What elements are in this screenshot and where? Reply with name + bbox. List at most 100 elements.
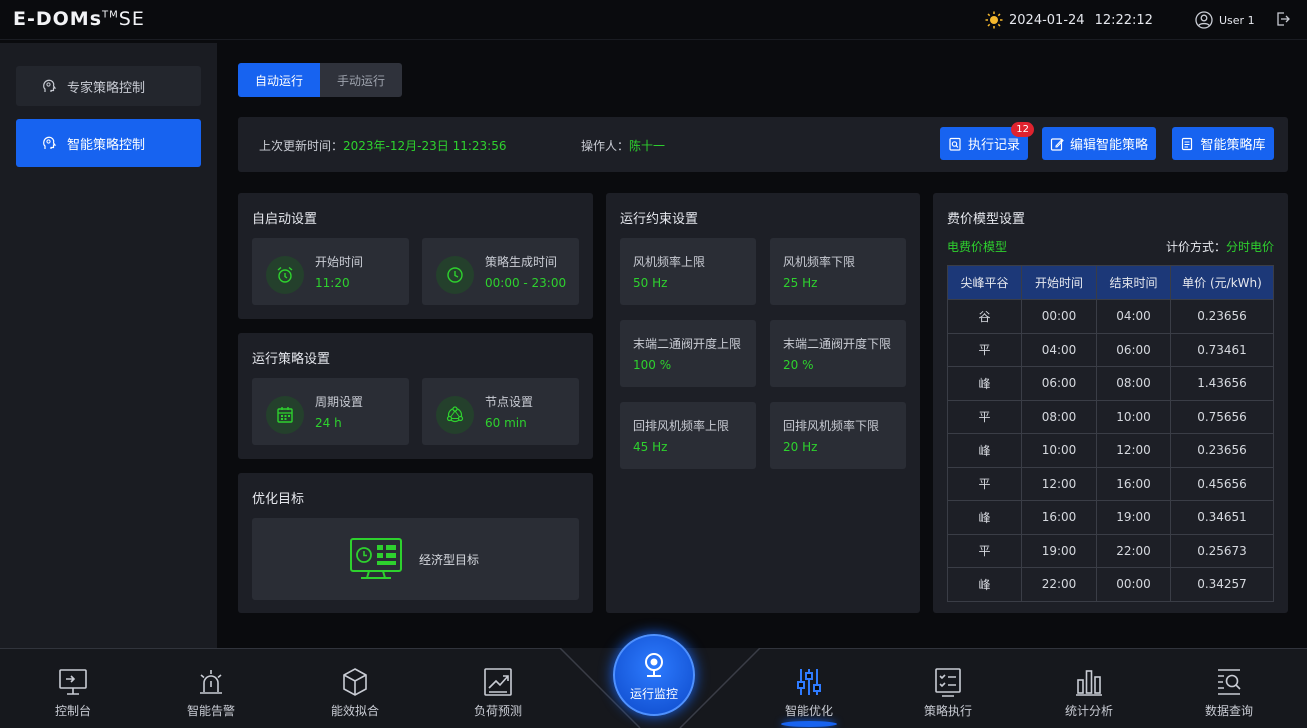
price-table-cell: 06:00 — [1021, 366, 1097, 401]
node-tile[interactable]: 节点设置 60 min — [422, 378, 579, 445]
constraint-item[interactable]: 风机频率下限 25 Hz — [770, 238, 906, 305]
pricing-mode-value: 分时电价 — [1225, 240, 1274, 254]
column-header: 尖峰平谷 — [947, 265, 1022, 300]
time-text: 12:22:12 — [1094, 12, 1153, 28]
nav-item-smart-optimize[interactable]: 智能优化 — [779, 666, 839, 727]
constraint-value: 50 Hz — [633, 276, 668, 290]
price-table-cell: 峰 — [947, 500, 1022, 535]
constraint-value: 20 % — [783, 358, 814, 372]
pricing-mode: 计价方式：分时电价 — [1165, 240, 1274, 254]
nav-item-console[interactable]: 控制台 — [43, 666, 103, 719]
price-table-cell: 00:00 — [1021, 299, 1097, 334]
price-model-card: 费价模型设置 电费价模型 计价方式：分时电价 尖峰平谷 开始时间 结束时间 单价… — [933, 193, 1288, 613]
brain-icon — [43, 136, 57, 149]
price-table-cell: 08:00 — [1021, 399, 1097, 434]
constraint-label: 回排风机频率下限 — [783, 419, 880, 433]
price-table-cell: 平 — [947, 466, 1022, 501]
nav-label: 运行监控 — [629, 687, 678, 701]
gen-time-tile[interactable]: 策略生成时间 00:00 - 23:00 — [422, 238, 579, 305]
nav-label: 智能优化 — [784, 704, 833, 718]
economic-target-tile[interactable]: 经济型目标 — [252, 518, 579, 600]
sun-icon — [985, 11, 1003, 29]
exec-log-button[interactable]: 执行记录 12 — [940, 122, 1034, 160]
price-model-title: 费价模型设置 — [947, 212, 1026, 227]
price-table-header: 尖峰平谷 开始时间 结束时间 单价 (元/kWh) — [947, 265, 1274, 300]
last-update: 上次更新时间：2023年-12月-23日 11:23:56 — [259, 139, 507, 153]
tab-auto-run[interactable]: 自动运行 — [238, 63, 320, 97]
nav-item-alarm[interactable]: 智能告警 — [181, 666, 241, 719]
edit-icon — [1050, 137, 1064, 151]
active-indicator — [781, 721, 837, 727]
price-table-cell: 12:00 — [1096, 433, 1171, 468]
constraint-item[interactable]: 风机频率上限 50 Hz — [620, 238, 756, 305]
price-table-cell: 22:00 — [1096, 533, 1171, 568]
date-text: 2024-01-24 — [1009, 12, 1085, 28]
logout-button[interactable] — [1276, 12, 1290, 30]
economic-target-label: 经济型目标 — [419, 553, 480, 567]
monitor-icon — [59, 669, 87, 695]
price-table-cell: 1.43656 — [1170, 366, 1274, 401]
info-bar: 上次更新时间：2023年-12月-23日 11:23:56 操作人：陈十一 执行… — [238, 117, 1288, 172]
node-label: 节点设置 — [485, 395, 534, 409]
optimize-title: 优化目标 — [252, 492, 305, 507]
price-table-cell: 19:00 — [1096, 500, 1171, 535]
constraint-value: 25 Hz — [783, 276, 818, 290]
brain-icon — [43, 79, 57, 92]
sidebar-item-smart-strategy[interactable]: 智能策略控制 — [16, 119, 201, 167]
search-document-icon — [1218, 669, 1241, 695]
sidebar-item-label: 智能策略控制 — [67, 137, 146, 153]
nav-item-data-query[interactable]: 数据查询 — [1199, 666, 1259, 719]
start-time-label: 开始时间 — [315, 255, 364, 269]
price-table-cell: 峰 — [947, 567, 1022, 602]
price-table-cell: 10:00 — [1096, 399, 1171, 434]
trend-chart-icon — [484, 668, 512, 696]
constraint-item[interactable]: 末端二通阀开度下限 20 % — [770, 320, 906, 387]
price-table-cell: 峰 — [947, 366, 1022, 401]
price-table-cell: 12:00 — [1021, 466, 1097, 501]
clipboard-search-icon — [949, 137, 961, 151]
constraints-card: 运行约束设置 风机频率上限 50 Hz 风机频率下限 25 Hz 末端二通阀开度上限… — [606, 193, 920, 613]
strategy-library-button[interactable]: 智能策略库 — [1172, 127, 1274, 160]
tab-manual-run[interactable]: 手动运行 — [320, 63, 402, 97]
start-time-tile[interactable]: 开始时间 11:20 — [252, 238, 409, 305]
user-menu[interactable]: User 1 — [1195, 11, 1255, 29]
price-table-row: 峰 10:00 12:00 0.23656 — [947, 433, 1274, 468]
constraint-item[interactable]: 末端二通阀开度上限 100 % — [620, 320, 756, 387]
nav-item-efficiency[interactable]: 能效拟合 — [325, 666, 385, 719]
nav-label: 策略执行 — [923, 704, 972, 718]
nav-label: 数据查询 — [1204, 704, 1253, 718]
operator: 操作人：陈十一 — [581, 139, 666, 153]
price-table-cell: 平 — [947, 399, 1022, 434]
start-time-value: 11:20 — [315, 276, 350, 290]
price-table-cell: 06:00 — [1096, 332, 1171, 367]
edit-strategy-label: 编辑智能策略 — [1069, 138, 1148, 153]
nav-item-statistics[interactable]: 统计分析 — [1059, 666, 1119, 719]
operator-value: 陈十一 — [629, 139, 666, 153]
price-table-cell: 0.73461 — [1170, 332, 1274, 367]
price-table-cell: 0.45656 — [1170, 466, 1274, 501]
price-table-cell: 0.34651 — [1170, 500, 1274, 535]
nav-item-load-forecast[interactable]: 负荷预测 — [468, 666, 528, 719]
constraint-label: 末端二通阀开度下限 — [783, 337, 892, 351]
price-table-cell: 峰 — [947, 433, 1022, 468]
nav-item-strategy-exec[interactable]: 策略执行 — [918, 666, 978, 719]
constraint-value: 100 % — [633, 358, 672, 372]
constraint-item[interactable]: 回排风机频率上限 45 Hz — [620, 402, 756, 469]
constraint-label: 风机频率上限 — [633, 255, 706, 269]
price-table-row: 平 19:00 22:00 0.25673 — [947, 533, 1274, 568]
sliders-icon — [797, 669, 821, 695]
period-tile[interactable]: 周期设置 24 h — [252, 378, 409, 445]
cube-icon — [343, 668, 367, 696]
edit-strategy-button[interactable]: 编辑智能策略 — [1042, 127, 1156, 160]
gen-time-label: 策略生成时间 — [485, 255, 558, 269]
price-table-cell: 10:00 — [1021, 433, 1097, 468]
price-table-cell: 04:00 — [1096, 299, 1171, 334]
auto-start-card: 自启动设置 开始时间 11:20 策略生成时间 00:00 - 23:00 — [238, 193, 593, 319]
constraint-item[interactable]: 回排风机频率下限 20 Hz — [770, 402, 906, 469]
column-header: 单价 (元/kWh) — [1170, 265, 1274, 300]
constraint-value: 20 Hz — [783, 440, 818, 454]
sidebar-item-label: 专家策略控制 — [67, 80, 146, 96]
period-label: 周期设置 — [315, 395, 364, 409]
nav-center-monitor-button[interactable]: 运行监控 — [613, 634, 695, 716]
sidebar-item-expert-strategy[interactable]: 专家策略控制 — [16, 66, 201, 106]
